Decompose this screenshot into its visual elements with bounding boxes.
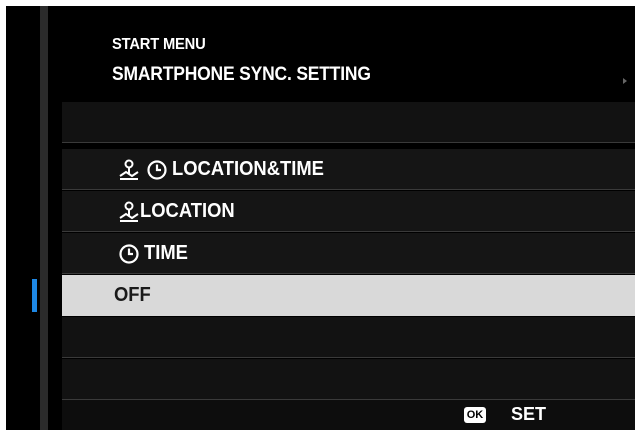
set-label: SET — [511, 404, 547, 424]
clock-icon — [147, 160, 167, 180]
side-strip — [40, 6, 48, 430]
location-icon — [119, 201, 139, 222]
clock-icon — [119, 244, 139, 264]
empty-row — [62, 317, 635, 358]
option-label: LOCATION — [140, 200, 235, 222]
button-guide-bar: OK SET — [62, 400, 635, 430]
selection-cursor — [32, 279, 37, 312]
camera-menu-screen: START MENU SMARTPHONE SYNC. SETTING LOCA… — [6, 6, 635, 430]
option-location-and-time[interactable]: LOCATION&TIME — [62, 149, 635, 190]
option-time[interactable]: TIME — [62, 233, 635, 274]
option-label: OFF — [114, 284, 151, 306]
ok-button-icon: OK — [464, 407, 486, 423]
empty-row — [62, 359, 635, 400]
menu-title: START MENU — [112, 36, 206, 53]
location-icon — [119, 159, 139, 180]
page-arrow-icon — [623, 78, 627, 84]
empty-row — [62, 102, 635, 143]
option-label: LOCATION&TIME — [172, 158, 324, 180]
option-off[interactable]: OFF — [62, 275, 635, 316]
menu-header: START MENU SMARTPHONE SYNC. SETTING — [62, 6, 635, 100]
option-label: TIME — [144, 242, 188, 264]
option-location[interactable]: LOCATION — [62, 191, 635, 232]
setting-title: SMARTPHONE SYNC. SETTING — [112, 64, 371, 85]
